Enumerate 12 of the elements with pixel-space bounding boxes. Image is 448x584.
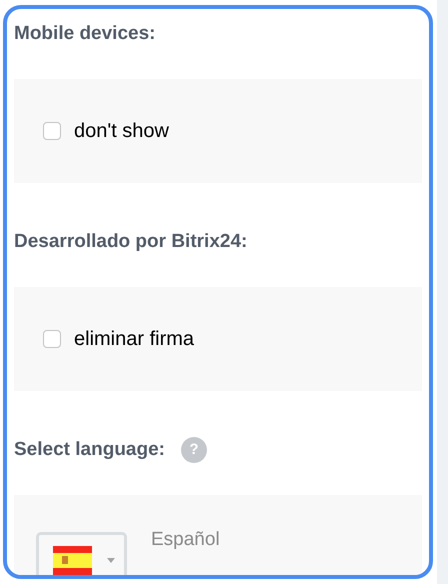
section-heading: Desarrollado por Bitrix24: — [14, 230, 248, 254]
checkbox[interactable] — [43, 330, 61, 348]
checkbox[interactable] — [43, 122, 61, 140]
spain-flag-icon — [53, 546, 92, 575]
language-select[interactable] — [36, 532, 127, 575]
help-icon[interactable]: ? — [181, 437, 207, 463]
caret-icon — [107, 558, 115, 563]
language-name: Español — [151, 528, 220, 552]
checkbox-label: eliminar firma — [74, 327, 194, 352]
section-heading: Mobile devices: — [14, 22, 156, 46]
section-heading: Select language: — [14, 438, 165, 462]
checkbox-label: don't show — [74, 119, 169, 144]
